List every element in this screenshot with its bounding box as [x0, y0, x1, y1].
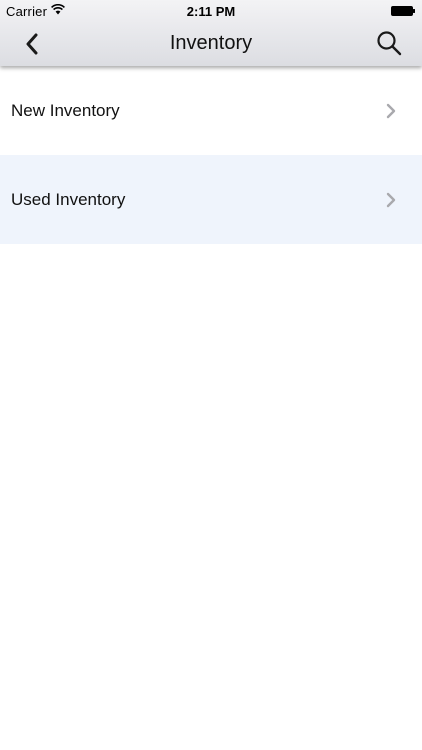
nav-bar: Inventory [0, 22, 422, 66]
inventory-list: New Inventory Used Inventory [0, 66, 422, 244]
header: Carrier 2:11 PM Inventory [0, 0, 422, 66]
list-item-used-inventory[interactable]: Used Inventory [0, 155, 422, 244]
status-time: 2:11 PM [186, 4, 236, 19]
list-item-new-inventory[interactable]: New Inventory [0, 66, 422, 155]
status-bar: Carrier 2:11 PM [0, 0, 422, 22]
search-icon [377, 31, 402, 56]
chevron-right-icon [386, 192, 396, 207]
list-item-label: Used Inventory [11, 189, 126, 209]
back-button[interactable] [18, 30, 46, 58]
battery-icon [391, 6, 415, 16]
page-title: Inventory [169, 32, 253, 54]
chevron-left-icon [26, 33, 38, 55]
list-item-label: New Inventory [11, 100, 120, 120]
screen: Carrier 2:11 PM Inventory New Inventory … [0, 0, 422, 750]
chevron-right-icon [386, 103, 396, 118]
search-button[interactable] [374, 28, 404, 58]
